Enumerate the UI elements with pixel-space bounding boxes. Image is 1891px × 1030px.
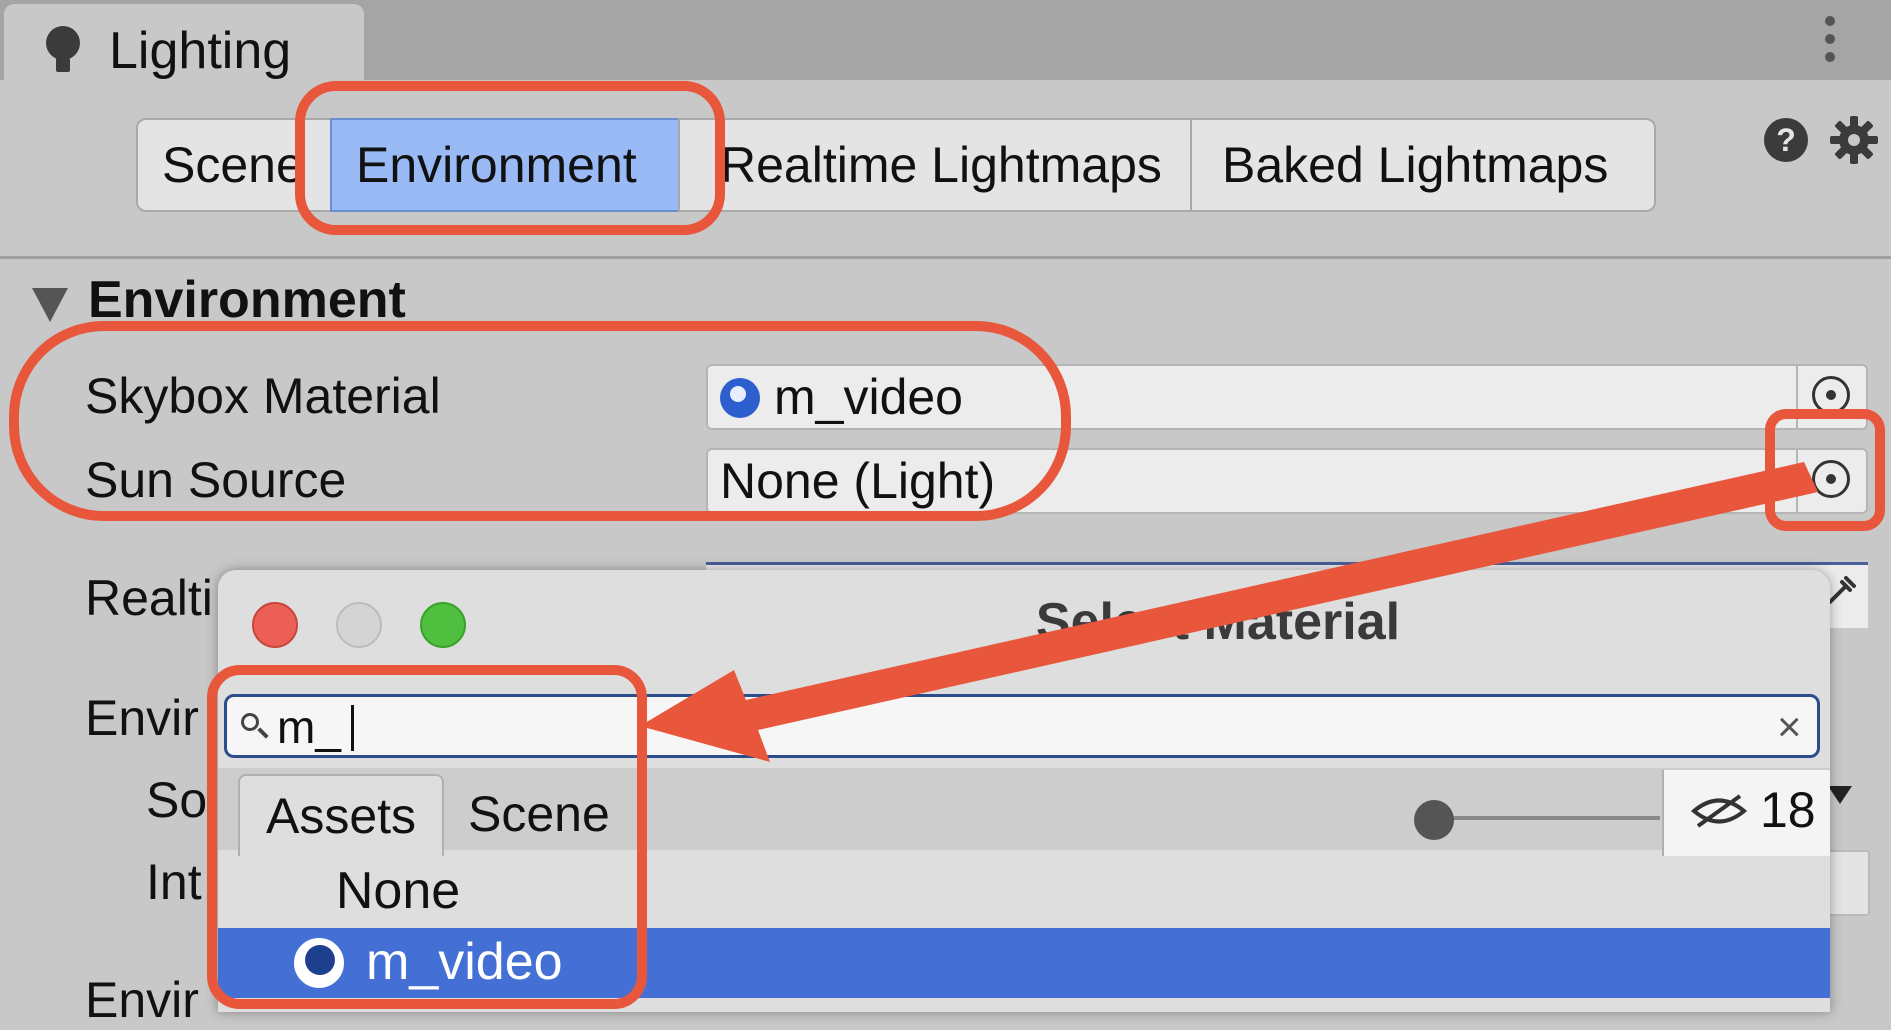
close-button[interactable]	[252, 602, 298, 648]
skybox-material-value: m_video	[774, 369, 963, 425]
sun-source-label: Sun Source	[85, 452, 347, 508]
help-icon[interactable]: ?	[1764, 118, 1808, 162]
toolbar-divider	[0, 256, 1891, 259]
hidden-count: 18	[1760, 782, 1816, 838]
zoom-button[interactable]	[420, 602, 466, 648]
environment-reflections-label: Envir	[85, 972, 199, 1028]
sun-source-field[interactable]: None (Light)	[706, 448, 1868, 514]
search-icon	[241, 713, 259, 731]
skybox-material-label: Skybox Material	[85, 368, 441, 424]
skybox-object-picker-icon[interactable]	[1796, 366, 1866, 428]
dropdown-arrow-icon[interactable]	[1828, 786, 1852, 804]
section-title: Environment	[88, 271, 406, 329]
environment-label: Envir	[85, 690, 199, 746]
skybox-material-field[interactable]: m_video	[706, 364, 1868, 430]
dialog-title: Select Material	[1035, 593, 1401, 651]
search-value: m_	[277, 701, 341, 753]
clear-icon[interactable]: ×	[1777, 703, 1802, 751]
light-bulb-base	[56, 58, 70, 72]
sun-source-value: None (Light)	[720, 453, 996, 509]
section-foldout-arrow-icon[interactable]	[32, 288, 68, 322]
tab-baked-lightmaps[interactable]: Baked Lightmaps	[1190, 118, 1656, 212]
gear-icon[interactable]	[1828, 114, 1880, 166]
material-icon	[294, 938, 344, 988]
select-material-dialog: Select Material m_ × Assets Scene 18 Non…	[218, 570, 1830, 1012]
realtime-label: Realti	[85, 570, 213, 626]
text-caret	[351, 705, 354, 751]
window-title: Lighting	[109, 22, 292, 80]
list-item-none[interactable]: None	[218, 856, 578, 926]
light-bulb-icon	[46, 26, 80, 60]
dialog-tabs-row	[218, 768, 1830, 850]
search-input[interactable]: m_ ×	[224, 694, 1820, 758]
icon-size-slider-track[interactable]	[1436, 816, 1660, 820]
list-item-label: m_video	[366, 933, 563, 991]
hidden-eye-icon	[1690, 794, 1748, 828]
intensity-label: Int	[146, 854, 202, 910]
kebab-menu-icon[interactable]	[1820, 14, 1840, 64]
tab-realtime-lightmaps[interactable]: Realtime Lightmaps	[678, 118, 1192, 212]
tab-scene[interactable]: Scene	[136, 118, 332, 212]
list-item-m-video[interactable]: m_video	[218, 928, 1830, 998]
minimize-button[interactable]	[336, 602, 382, 648]
icon-size-slider-thumb[interactable]	[1414, 800, 1454, 840]
tab-environment[interactable]: Environment	[330, 118, 680, 212]
material-icon	[720, 378, 760, 418]
tab-scene-objects[interactable]: Scene	[468, 784, 610, 844]
intensity-field[interactable]	[1826, 850, 1870, 916]
sun-source-object-picker-icon[interactable]	[1796, 450, 1866, 512]
window-tab-lighting[interactable]: Lighting	[4, 4, 364, 86]
source-label: So	[146, 772, 208, 828]
tab-assets[interactable]: Assets	[238, 774, 444, 856]
hidden-items-counter[interactable]: 18	[1662, 770, 1830, 856]
search-icon-handle	[257, 727, 269, 739]
